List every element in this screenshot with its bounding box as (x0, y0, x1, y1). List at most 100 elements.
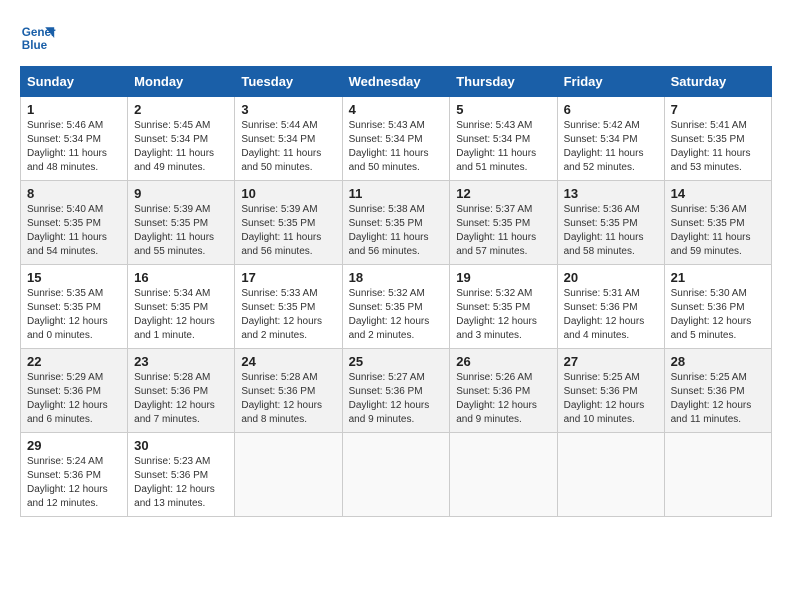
calendar-cell: 3Sunrise: 5:44 AM Sunset: 5:34 PM Daylig… (235, 97, 342, 181)
day-number: 4 (349, 102, 444, 117)
day-number: 7 (671, 102, 765, 117)
day-number: 11 (349, 186, 444, 201)
calendar-cell: 13 Sunrise: 5:36 AM Sunset: 5:35 PM Dayli… (557, 181, 664, 265)
calendar-cell: 11Sunrise: 5:38 AM Sunset: 5:35 PM Dayli… (342, 181, 450, 265)
day-number: 13 (564, 186, 658, 201)
calendar-cell (450, 433, 557, 517)
day-number: 8 (27, 186, 121, 201)
calendar-cell: 2 Sunrise: 5:45 AM Sunset: 5:34 PM Daylig… (128, 97, 235, 181)
day-number: 5 (456, 102, 550, 117)
weekday-header-saturday: Saturday (664, 67, 771, 97)
day-number: 20 (564, 270, 658, 285)
cell-text: Sunrise: 5:28 AM Sunset: 5:36 PM Dayligh… (134, 371, 228, 427)
weekday-header-tuesday: Tuesday (235, 67, 342, 97)
day-number: 12 (456, 186, 550, 201)
calendar-cell: 15 Sunrise: 5:35 AM Sunset: 5:35 PM Dayli… (21, 265, 128, 349)
day-number: 29 (27, 438, 121, 453)
cell-text: Sunrise: 5:43 AM Sunset: 5:34 PM Dayligh… (456, 119, 550, 175)
cell-text: Sunrise: 5:42 AM Sunset: 5:34 PM Dayligh… (564, 119, 658, 175)
cell-text: Sunrise: 5:39 AM Sunset: 5:35 PM Dayligh… (241, 203, 335, 259)
calendar-cell: 19Sunrise: 5:32 AM Sunset: 5:35 PM Dayli… (450, 265, 557, 349)
cell-text: Sunrise: 5:26 AM Sunset: 5:36 PM Dayligh… (456, 371, 550, 427)
cell-text: Sunrise: 5:32 AM Sunset: 5:35 PM Dayligh… (456, 287, 550, 343)
calendar-cell: 26Sunrise: 5:26 AM Sunset: 5:36 PM Dayli… (450, 349, 557, 433)
day-number: 16 (134, 270, 228, 285)
day-number: 6 (564, 102, 658, 117)
day-number: 17 (241, 270, 335, 285)
calendar-week-1: 1Sunrise: 5:46 AM Sunset: 5:34 PM Daylig… (21, 97, 772, 181)
cell-text: Sunrise: 5:36 AM Sunset: 5:35 PM Dayligh… (564, 203, 658, 259)
calendar-cell: 20 Sunrise: 5:31 AM Sunset: 5:36 PM Dayli… (557, 265, 664, 349)
cell-text: Sunrise: 5:34 AM Sunset: 5:35 PM Dayligh… (134, 287, 228, 343)
calendar-cell: 10 Sunrise: 5:39 AM Sunset: 5:35 PM Dayli… (235, 181, 342, 265)
cell-text: Sunrise: 5:41 AM Sunset: 5:35 PM Dayligh… (671, 119, 765, 175)
day-number: 18 (349, 270, 444, 285)
day-number: 22 (27, 354, 121, 369)
calendar-cell: 28 Sunrise: 5:25 AM Sunset: 5:36 PM Dayli… (664, 349, 771, 433)
cell-text: Sunrise: 5:31 AM Sunset: 5:36 PM Dayligh… (564, 287, 658, 343)
calendar-cell: 6 Sunrise: 5:42 AM Sunset: 5:34 PM Daylig… (557, 97, 664, 181)
day-number: 27 (564, 354, 658, 369)
calendar-cell: 8 Sunrise: 5:40 AM Sunset: 5:35 PM Daylig… (21, 181, 128, 265)
cell-text: Sunrise: 5:36 AM Sunset: 5:35 PM Dayligh… (671, 203, 765, 259)
logo: General Blue (20, 20, 60, 56)
weekday-header-wednesday: Wednesday (342, 67, 450, 97)
day-number: 30 (134, 438, 228, 453)
calendar-week-5: 29 Sunrise: 5:24 AM Sunset: 5:36 PM Dayli… (21, 433, 772, 517)
calendar-cell: 7 Sunrise: 5:41 AM Sunset: 5:35 PM Daylig… (664, 97, 771, 181)
calendar-body: 1Sunrise: 5:46 AM Sunset: 5:34 PM Daylig… (21, 97, 772, 517)
cell-text: Sunrise: 5:46 AM Sunset: 5:34 PM Dayligh… (27, 119, 121, 175)
day-number: 15 (27, 270, 121, 285)
day-number: 28 (671, 354, 765, 369)
cell-text: Sunrise: 5:35 AM Sunset: 5:35 PM Dayligh… (27, 287, 121, 343)
calendar-cell (235, 433, 342, 517)
cell-text: Sunrise: 5:32 AM Sunset: 5:35 PM Dayligh… (349, 287, 444, 343)
day-number: 10 (241, 186, 335, 201)
calendar-cell: 9 Sunrise: 5:39 AM Sunset: 5:35 PM Daylig… (128, 181, 235, 265)
calendar-cell (664, 433, 771, 517)
cell-text: Sunrise: 5:33 AM Sunset: 5:35 PM Dayligh… (241, 287, 335, 343)
calendar-cell (557, 433, 664, 517)
calendar-cell: 29 Sunrise: 5:24 AM Sunset: 5:36 PM Dayli… (21, 433, 128, 517)
calendar-cell: 23Sunrise: 5:28 AM Sunset: 5:36 PM Dayli… (128, 349, 235, 433)
logo-icon: General Blue (20, 20, 56, 56)
calendar-cell: 21Sunrise: 5:30 AM Sunset: 5:36 PM Dayli… (664, 265, 771, 349)
weekday-header-monday: Monday (128, 67, 235, 97)
calendar-header-row: SundayMondayTuesdayWednesdayThursdayFrid… (21, 67, 772, 97)
day-number: 2 (134, 102, 228, 117)
day-number: 24 (241, 354, 335, 369)
cell-text: Sunrise: 5:29 AM Sunset: 5:36 PM Dayligh… (27, 371, 121, 427)
calendar-cell: 14 Sunrise: 5:36 AM Sunset: 5:35 PM Dayli… (664, 181, 771, 265)
cell-text: Sunrise: 5:25 AM Sunset: 5:36 PM Dayligh… (564, 371, 658, 427)
calendar-cell: 16 Sunrise: 5:34 AM Sunset: 5:35 PM Dayli… (128, 265, 235, 349)
cell-text: Sunrise: 5:28 AM Sunset: 5:36 PM Dayligh… (241, 371, 335, 427)
weekday-header-sunday: Sunday (21, 67, 128, 97)
calendar-cell: 17 Sunrise: 5:33 AM Sunset: 5:35 PM Dayli… (235, 265, 342, 349)
cell-text: Sunrise: 5:37 AM Sunset: 5:35 PM Dayligh… (456, 203, 550, 259)
day-number: 25 (349, 354, 444, 369)
cell-text: Sunrise: 5:44 AM Sunset: 5:34 PM Dayligh… (241, 119, 335, 175)
day-number: 14 (671, 186, 765, 201)
calendar-table: SundayMondayTuesdayWednesdayThursdayFrid… (20, 66, 772, 517)
cell-text: Sunrise: 5:30 AM Sunset: 5:36 PM Dayligh… (671, 287, 765, 343)
calendar-cell: 30Sunrise: 5:23 AM Sunset: 5:36 PM Dayli… (128, 433, 235, 517)
calendar-week-3: 15 Sunrise: 5:35 AM Sunset: 5:35 PM Dayli… (21, 265, 772, 349)
calendar-cell: 5 Sunrise: 5:43 AM Sunset: 5:34 PM Daylig… (450, 97, 557, 181)
calendar-cell: 12 Sunrise: 5:37 AM Sunset: 5:35 PM Dayli… (450, 181, 557, 265)
calendar-cell: 22 Sunrise: 5:29 AM Sunset: 5:36 PM Dayli… (21, 349, 128, 433)
cell-text: Sunrise: 5:43 AM Sunset: 5:34 PM Dayligh… (349, 119, 444, 175)
calendar-cell: 4 Sunrise: 5:43 AM Sunset: 5:34 PM Daylig… (342, 97, 450, 181)
calendar-cell: 1Sunrise: 5:46 AM Sunset: 5:34 PM Daylig… (21, 97, 128, 181)
weekday-header-friday: Friday (557, 67, 664, 97)
svg-text:Blue: Blue (22, 39, 48, 52)
cell-text: Sunrise: 5:40 AM Sunset: 5:35 PM Dayligh… (27, 203, 121, 259)
cell-text: Sunrise: 5:39 AM Sunset: 5:35 PM Dayligh… (134, 203, 228, 259)
calendar-week-4: 22 Sunrise: 5:29 AM Sunset: 5:36 PM Dayli… (21, 349, 772, 433)
cell-text: Sunrise: 5:25 AM Sunset: 5:36 PM Dayligh… (671, 371, 765, 427)
calendar-cell: 18 Sunrise: 5:32 AM Sunset: 5:35 PM Dayli… (342, 265, 450, 349)
day-number: 9 (134, 186, 228, 201)
calendar-cell (342, 433, 450, 517)
weekday-header-thursday: Thursday (450, 67, 557, 97)
cell-text: Sunrise: 5:45 AM Sunset: 5:34 PM Dayligh… (134, 119, 228, 175)
cell-text: Sunrise: 5:24 AM Sunset: 5:36 PM Dayligh… (27, 455, 121, 511)
